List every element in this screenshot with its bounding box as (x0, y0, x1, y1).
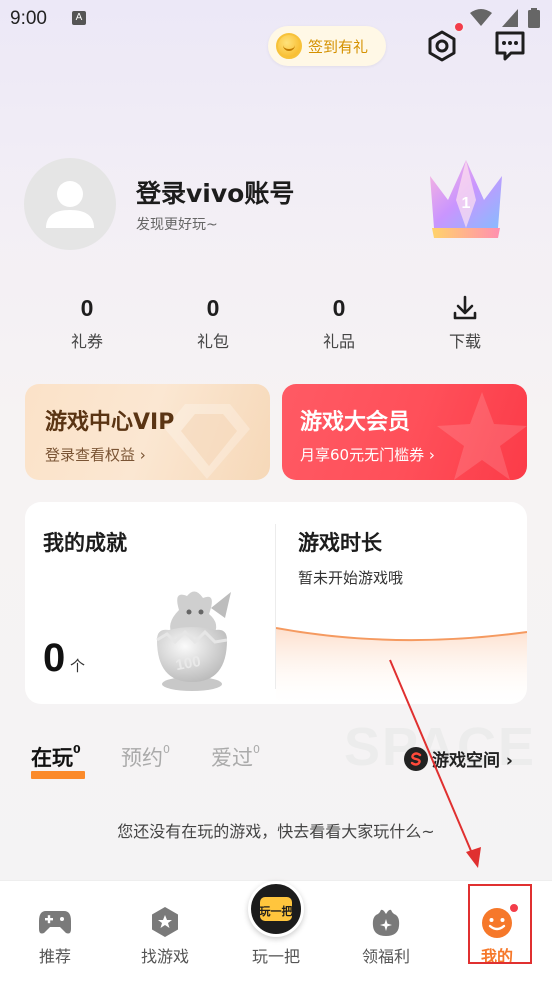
stat-label: 礼品 (322, 332, 355, 351)
tab-count: 0 (163, 743, 170, 756)
dragon-egg-icon[interactable]: 100 (143, 584, 241, 694)
settings-icon (428, 30, 456, 62)
signin-reward-button[interactable]: 签到有礼 (268, 26, 386, 66)
login-subtitle: 发现更好玩~ (136, 217, 218, 233)
annotation-highlight-box (468, 884, 532, 964)
member-title: 游戏大会员 (300, 410, 411, 435)
vip-title: 游戏中心VIP (45, 410, 175, 435)
tab-active-indicator (31, 771, 85, 779)
member-subtitle: 月享60元无门槛券 › (300, 446, 435, 464)
nav-label: 推荐 (38, 947, 71, 966)
tab-label: 预约 (121, 746, 163, 770)
stat-coupons[interactable]: 0 礼券 (24, 292, 150, 356)
coin-icon (276, 33, 302, 59)
vip-subtitle: 登录查看权益 › (45, 446, 146, 464)
nav-label: 找游戏 (140, 947, 189, 966)
tab-loved[interactable]: 爱过0 (211, 742, 260, 772)
playtime-curve-chart (276, 627, 527, 704)
stat-label: 下载 (448, 332, 481, 351)
stat-value: 0 (80, 295, 94, 321)
game-space-link[interactable]: 游戏空间 › (404, 746, 513, 771)
crown-icon: 1 (430, 160, 502, 238)
nav-label: 领福利 (361, 947, 410, 966)
tab-label: 在玩 (31, 746, 73, 770)
nav-label: 玩一把 (251, 947, 300, 966)
battery-icon (528, 8, 540, 28)
nav-item-benefits[interactable]: 领福利 (346, 905, 426, 967)
playtime-title[interactable]: 游戏时长 (298, 527, 382, 557)
avatar[interactable] (24, 158, 116, 250)
playtime-subtitle: 暂未开始游戏哦 (298, 569, 404, 587)
star-hexagon-icon (152, 907, 178, 937)
settings-notification-dot (453, 21, 465, 33)
stat-label: 礼包 (196, 332, 229, 351)
status-icons (470, 8, 540, 28)
signal-icon (502, 9, 518, 27)
crown-level-text: 1 (462, 195, 471, 212)
stat-gifts[interactable]: 0 礼品 (276, 292, 402, 356)
stat-value: 0 (206, 295, 220, 321)
stat-label: 礼券 (70, 332, 103, 351)
achievement-unit: 个 (70, 657, 86, 675)
achievement-title[interactable]: 我的成就 (43, 527, 127, 557)
crown-level-badge[interactable]: 1 (420, 156, 512, 244)
tab-label: 爱过 (211, 746, 253, 770)
empty-playing-message: 您还没有在玩的游戏，快去看看大家玩什么~ (117, 822, 435, 841)
vip-card[interactable]: 游戏中心VIP 登录查看权益 › (25, 384, 270, 480)
nav-item-find-games[interactable]: 找游戏 (125, 905, 205, 967)
login-title[interactable]: 登录vivo账号 (136, 174, 294, 210)
achievement-playtime-card: 我的成就 0 个 100 游戏时长 暂未开始游戏哦 (25, 502, 527, 704)
achievement-count: 0 (43, 636, 66, 680)
tab-reserved[interactable]: 预约0 (121, 742, 170, 772)
tab-count: 0 (73, 743, 81, 756)
tab-count: 0 (253, 743, 260, 756)
stat-gift-packs[interactable]: 0 礼包 (150, 292, 276, 356)
signin-label: 签到有礼 (308, 37, 369, 56)
message-button[interactable] (492, 28, 528, 64)
nav-item-play-now[interactable]: 玩一把 (236, 905, 316, 967)
game-space-label: 游戏空间 › (432, 751, 513, 771)
notification-icon: A (72, 11, 86, 25)
gift-bag-icon (372, 909, 400, 936)
nav-item-recommend[interactable]: 推荐 (15, 905, 95, 967)
member-card[interactable]: 游戏大会员 月享60元无门槛券 › (282, 384, 527, 480)
wifi-icon (470, 9, 492, 26)
tab-playing[interactable]: 在玩0 (31, 742, 81, 772)
gamepad-icon (39, 911, 71, 934)
stat-value: 0 (332, 295, 346, 321)
settings-button[interactable] (424, 28, 460, 64)
message-icon (495, 31, 525, 61)
status-time: 9:00 (10, 8, 47, 29)
stats-row: 0 礼券 0 礼包 0 礼品 下载 (24, 292, 528, 356)
stat-downloads[interactable]: 下载 (402, 292, 528, 356)
download-icon (453, 295, 477, 320)
game-space-logo-icon (404, 746, 428, 771)
user-silhouette-icon (46, 181, 94, 228)
